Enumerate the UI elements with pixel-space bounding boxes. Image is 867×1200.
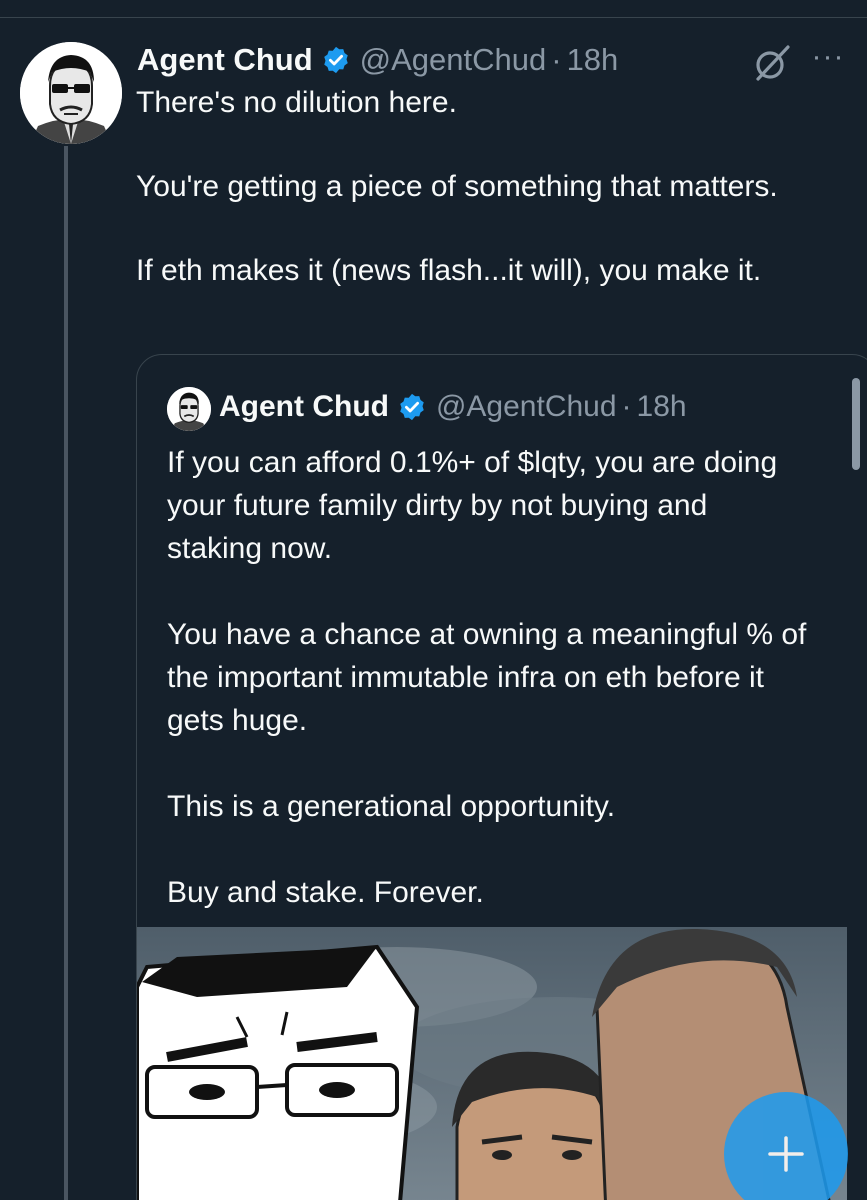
top-divider <box>0 0 867 18</box>
scrollbar-thumb[interactable] <box>852 378 860 470</box>
tweet-paragraph: You're getting a piece of something that… <box>136 170 778 203</box>
quoted-paragraph: This is a generational opportunity. <box>167 790 616 823</box>
quoted-tweet-body: If you can afford 0.1%+ of $lqty, you ar… <box>167 441 807 914</box>
verified-badge-icon <box>400 393 424 421</box>
thread-connector-line <box>64 146 68 1200</box>
tweet-paragraph: There's no dilution here. <box>136 86 457 119</box>
more-options-icon[interactable]: ··· <box>808 42 848 74</box>
quoted-author-avatar <box>167 387 211 431</box>
quoted-tweet-header: Agent Chud @AgentChud · 18h <box>219 385 687 429</box>
quoted-timestamp: 18h <box>636 390 687 423</box>
tweet-header: Agent Chud @AgentChud · 18h <box>137 38 618 82</box>
quoted-author-name: Agent Chud <box>219 390 389 423</box>
header-separator: · <box>621 390 632 423</box>
author-handle[interactable]: @AgentChud <box>360 42 547 78</box>
quoted-author-handle: @AgentChud <box>435 390 617 423</box>
avatar-illustration <box>167 387 211 431</box>
quoted-tweet-card[interactable]: Agent Chud @AgentChud · 18h If you can a… <box>136 354 867 1200</box>
quoted-paragraph: Buy and stake. Forever. <box>167 876 484 909</box>
post-timestamp[interactable]: 18h <box>567 42 619 78</box>
author-avatar[interactable] <box>20 42 122 144</box>
tweet-body: There's no dilution here. You're getting… <box>136 82 851 292</box>
tweet-paragraph: If eth makes it (news flash...it will), … <box>136 254 762 287</box>
plus-icon <box>768 1136 804 1172</box>
author-name[interactable]: Agent Chud <box>137 42 313 78</box>
grok-icon[interactable] <box>752 44 792 82</box>
tweet-thread-view: Agent Chud @AgentChud · 18h ··· There's … <box>0 0 867 1200</box>
verified-badge-icon <box>323 46 348 74</box>
quoted-paragraph: You have a chance at owning a meaningful… <box>167 618 807 737</box>
avatar-illustration <box>20 42 122 144</box>
quoted-paragraph: If you can afford 0.1%+ of $lqty, you ar… <box>167 446 778 565</box>
header-separator: · <box>551 42 562 77</box>
